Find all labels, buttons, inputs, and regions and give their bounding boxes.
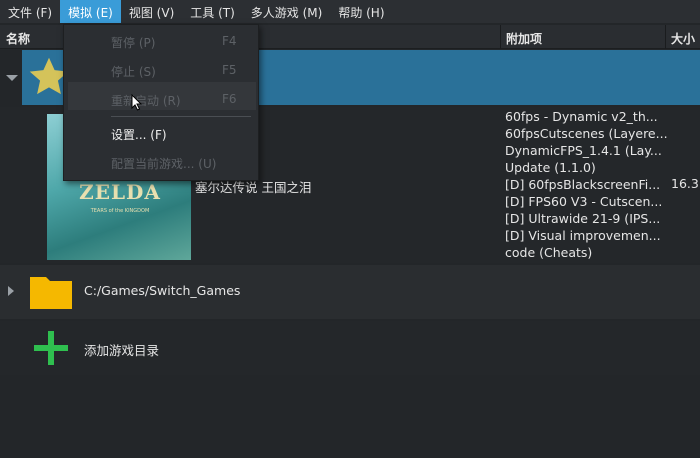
- cover-subtitle: TEARS of the KINGDOM: [90, 208, 150, 214]
- mouse-cursor-icon: [131, 94, 143, 111]
- addon-item: 60fpsCutscenes (Layere...: [505, 126, 668, 141]
- folder-icon: [30, 277, 72, 309]
- shortcut-stop: F5: [222, 63, 237, 77]
- menu-emulation[interactable]: 模拟 (E): [60, 0, 121, 23]
- game-size: 16.3: [671, 176, 699, 191]
- column-name[interactable]: 名称: [6, 30, 30, 47]
- column-divider[interactable]: [665, 25, 666, 49]
- menu-multiplayer[interactable]: 多人游戏 (M): [243, 0, 331, 23]
- menu-separator: [111, 116, 251, 117]
- menubar: 文件 (F) 模拟 (E) 视图 (V) 工具 (T) 多人游戏 (M) 帮助 …: [0, 0, 700, 23]
- addon-item: Update (1.1.0): [505, 160, 596, 175]
- addon-item: [D] FPS60 V3 - Cutscen...: [505, 194, 663, 209]
- menu-item-settings[interactable]: 设置... (F): [111, 126, 167, 143]
- menu-help[interactable]: 帮助 (H): [330, 0, 392, 23]
- addon-item: 60fps - Dynamic v2_th...: [505, 109, 658, 124]
- addon-item: [D] Visual improvemen...: [505, 228, 661, 243]
- emulation-menu: 暂停 (P) F4 停止 (S) F5 重新启动 (R) F6 设置... (F…: [63, 24, 259, 181]
- collapse-arrow-icon[interactable]: [6, 75, 18, 81]
- add-directory-label: 添加游戏目录: [84, 343, 160, 358]
- folder-path: C:/Games/Switch_Games: [84, 283, 241, 298]
- addons-list: 60fps - Dynamic v2_th... 60fpsCutscenes …: [505, 108, 668, 261]
- addon-item: code (Cheats): [505, 245, 593, 260]
- shortcut-pause: F4: [222, 34, 237, 48]
- folder-row[interactable]: C:/Games/Switch_Games: [0, 265, 700, 319]
- menu-file[interactable]: 文件 (F): [0, 0, 60, 23]
- menu-item-stop[interactable]: 停止 (S): [111, 63, 156, 80]
- menu-tools[interactable]: 工具 (T): [182, 0, 243, 23]
- plus-icon: [34, 331, 68, 365]
- addon-item: [D] Ultrawide 21-9 (IPS...: [505, 211, 661, 226]
- addon-item: [D] 60fpsBlackscreenFi...: [505, 177, 661, 192]
- menu-view[interactable]: 视图 (V): [121, 0, 182, 23]
- column-size[interactable]: 大小: [671, 30, 695, 47]
- expand-arrow-icon[interactable]: [8, 286, 14, 296]
- column-divider[interactable]: [500, 25, 501, 49]
- cover-logo: ZELDA: [79, 180, 161, 204]
- add-directory-row[interactable]: 添加游戏目录: [0, 321, 700, 375]
- shortcut-restart: F6: [222, 92, 237, 106]
- menu-item-restart[interactable]: 重新启动 (R): [111, 92, 181, 109]
- addon-item: DynamicFPS_1.4.1 (Lay...: [505, 143, 662, 158]
- menu-item-pause[interactable]: 暂停 (P): [111, 34, 155, 51]
- column-addons[interactable]: 附加项: [506, 30, 542, 47]
- menu-item-configure-game[interactable]: 配置当前游戏... (U): [111, 155, 216, 172]
